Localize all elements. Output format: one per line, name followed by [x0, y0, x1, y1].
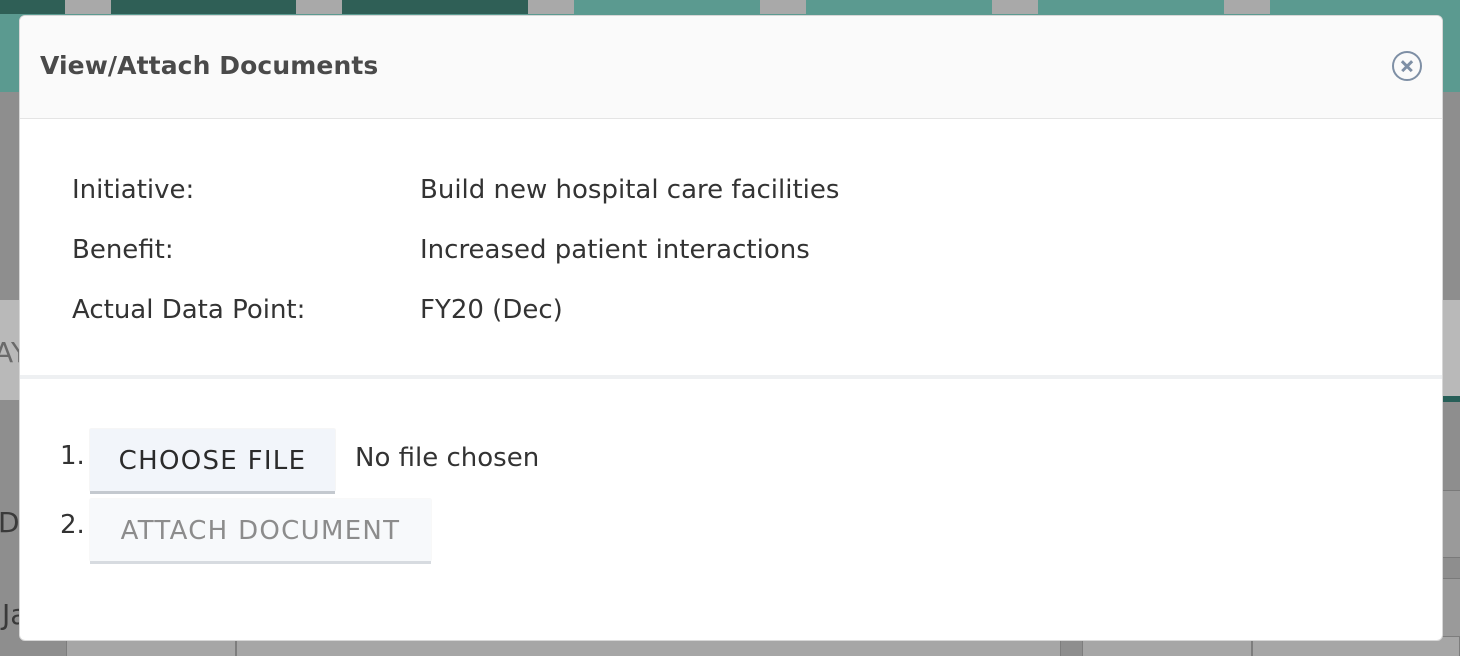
file-status-text: No file chosen: [355, 443, 540, 473]
background-field: [1442, 490, 1460, 558]
data-point-value: FY20 (Dec): [420, 295, 563, 325]
benefit-value: Increased patient interactions: [420, 235, 810, 265]
attach-documents-modal: View/Attach Documents Initiative: Build …: [19, 15, 1443, 641]
info-row-data-point: Actual Data Point: FY20 (Dec): [72, 295, 563, 325]
info-row-benefit: Benefit: Increased patient interactions: [72, 235, 810, 265]
benefit-label: Benefit:: [72, 235, 174, 265]
info-row-initiative: Initiative: Build new hospital care faci…: [72, 175, 839, 205]
initiative-value: Build new hospital care facilities: [420, 175, 840, 205]
choose-file-button[interactable]: CHOOSE FILE: [90, 429, 335, 491]
step-number: 2.: [60, 510, 85, 540]
background-accent: [1442, 396, 1460, 402]
background-label: D: [0, 506, 20, 539]
modal-header: View/Attach Documents: [20, 16, 1442, 119]
data-point-label: Actual Data Point:: [72, 295, 306, 325]
attach-document-button[interactable]: ATTACH DOCUMENT: [90, 499, 431, 561]
close-icon[interactable]: [1392, 51, 1422, 81]
step-number: 1.: [60, 441, 85, 471]
initiative-label: Initiative:: [72, 175, 195, 205]
modal-title: View/Attach Documents: [40, 51, 379, 80]
document-info-section: Initiative: Build new hospital care faci…: [20, 119, 1442, 379]
